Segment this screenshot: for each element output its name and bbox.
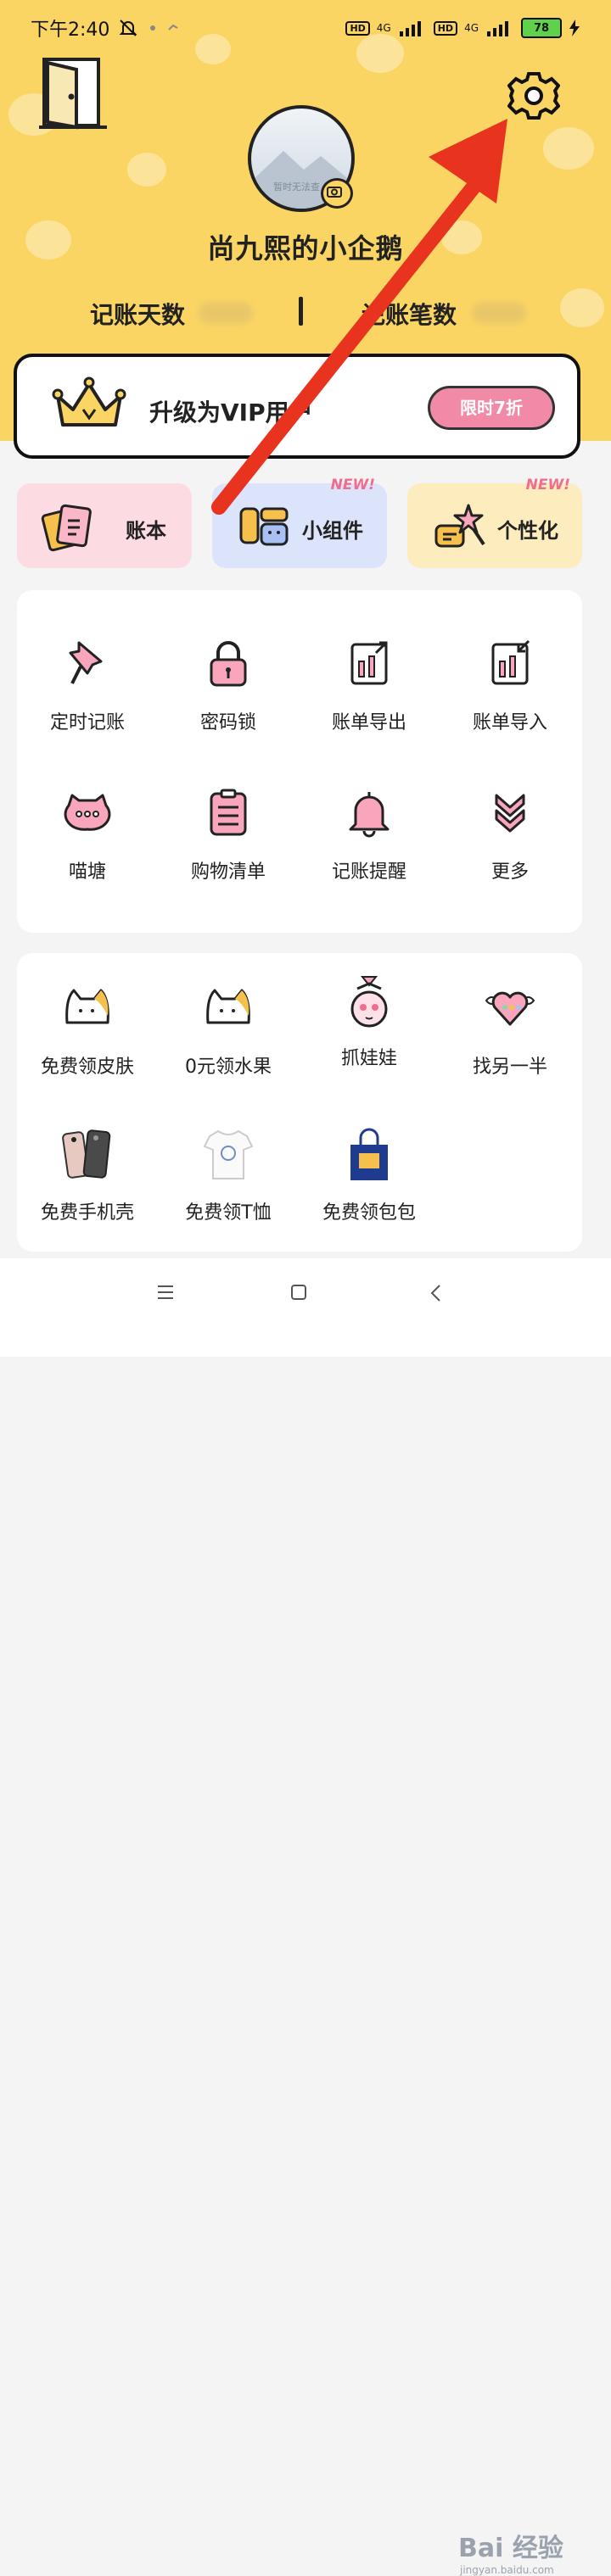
paw-decoration <box>127 153 166 187</box>
promo-free-bag[interactable]: 免费领包包 <box>299 1128 440 1238</box>
promo-panel: 免费领皮肤 0元领水果 抓娃娃 找另一半 免费手机壳 免费领T恤 免费领包包 <box>17 953 582 1252</box>
count-label: 记账笔数 <box>362 301 457 329</box>
network-type: 4G <box>376 22 391 34</box>
tool-export-bills[interactable]: 账单导出 <box>299 638 440 748</box>
chevron-double-down-icon <box>495 794 525 833</box>
promo-free-phone-case[interactable]: 免费手机壳 <box>17 1128 158 1238</box>
promo-claw-machine[interactable]: 抓娃娃 <box>299 973 440 1084</box>
status-time: 下午2:40 <box>31 20 110 41</box>
quick-cards: 账本 NEW! 小组件 NEW! 个性化 <box>17 477 584 568</box>
charging-icon <box>569 20 580 36</box>
ledger-book-icon <box>41 504 92 552</box>
signal-icon <box>399 21 421 36</box>
tool-label: 账单导入 <box>472 712 547 733</box>
network-type: 4G <box>464 22 479 34</box>
promo-free-fruit[interactable]: 0元领水果 <box>158 982 299 1092</box>
stats-divider <box>299 297 303 326</box>
username: 尚九熙的小企鹅 <box>207 232 404 265</box>
export-icon <box>350 641 388 685</box>
exit-door-icon[interactable] <box>39 56 107 131</box>
tool-label: 密码锁 <box>199 712 256 733</box>
status-bar: 下午2:40 HD 4G HD 4G 78 <box>31 14 580 42</box>
card-ledger[interactable]: 账本 <box>17 483 192 568</box>
import-icon <box>491 639 530 685</box>
app-notification-icon <box>150 25 156 31</box>
widget-blocks-icon <box>239 507 289 546</box>
mute-bell-icon <box>119 20 137 36</box>
bell-icon <box>349 792 390 838</box>
hd-badge: HD <box>433 20 458 36</box>
tool-label: 购物清单 <box>190 861 266 883</box>
winged-heart-icon <box>485 991 535 1026</box>
promo-label: 免费领T恤 <box>185 1202 272 1224</box>
lock-icon <box>210 641 247 687</box>
promo-label: 免费领皮肤 <box>40 1057 134 1078</box>
battery-level: 78 <box>521 18 562 38</box>
settings-gear-icon[interactable] <box>507 70 560 122</box>
hd-badge: HD <box>345 20 370 36</box>
account-stats: 记账天数 记账笔数 <box>0 297 611 331</box>
promo-label: 免费手机壳 <box>40 1202 134 1224</box>
card-personalize[interactable]: NEW! 个性化 <box>407 477 582 568</box>
vip-banner[interactable]: 升级为VIP用户 限时7折 <box>14 354 580 459</box>
paw-decoration <box>543 127 594 170</box>
tool-label: 记账提醒 <box>331 861 406 883</box>
tool-label: 更多 <box>490 861 529 883</box>
back-icon[interactable] <box>429 1284 443 1302</box>
tool-scheduled-entry[interactable]: 定时记账 <box>17 638 158 748</box>
chat-bubble-icon <box>64 794 111 831</box>
tool-shopping-list[interactable]: 购物清单 <box>158 787 299 897</box>
card-widgets[interactable]: NEW! 小组件 <box>212 477 387 568</box>
promo-label: 免费领包包 <box>322 1202 416 1224</box>
tool-label: 定时记账 <box>49 712 125 733</box>
days-value-blurred <box>199 302 253 324</box>
clipboard-icon <box>210 789 247 836</box>
pin-icon <box>69 641 103 684</box>
promo-find-partner[interactable]: 找另一半 <box>440 982 580 1092</box>
watermark-url: jingyan.baidu.com <box>460 2564 554 2576</box>
promo-free-tshirt[interactable]: 免费领T恤 <box>158 1128 299 1238</box>
crown-icon <box>52 376 126 427</box>
tool-import-bills[interactable]: 账单导入 <box>440 638 580 748</box>
new-badge: NEW! <box>525 477 570 493</box>
tool-label: 账单导出 <box>331 712 406 733</box>
new-badge: NEW! <box>330 477 375 493</box>
app-notification-icon <box>168 24 178 31</box>
vip-title: 升级为VIP用户 <box>149 399 313 427</box>
card-label: 个性化 <box>497 519 558 543</box>
vip-discount-button[interactable]: 限时7折 <box>428 386 555 430</box>
tote-bag-icon <box>350 1128 388 1180</box>
phone-case-icon <box>62 1129 111 1179</box>
cat-face-icon <box>65 989 109 1024</box>
system-navigation-bar: Bai 经验 jingyan.baidu.com <box>0 1258 611 2576</box>
tool-more[interactable]: 更多 <box>440 787 580 897</box>
camera-icon <box>327 187 342 198</box>
tool-label: 喵塘 <box>68 861 106 883</box>
card-label: 小组件 <box>302 519 363 543</box>
promo-label: 抓娃娃 <box>340 1048 397 1069</box>
tshirt-icon <box>203 1129 254 1179</box>
claw-toy-icon <box>350 976 388 1028</box>
tool-password-lock[interactable]: 密码锁 <box>158 638 299 748</box>
promo-free-skin[interactable]: 免费领皮肤 <box>17 982 158 1092</box>
promo-label: 0元领水果 <box>185 1057 272 1078</box>
camera-button[interactable] <box>321 178 353 209</box>
magic-wand-star-icon <box>434 504 485 548</box>
watermark-brand: Bai 经验 <box>458 2534 563 2563</box>
card-label: 账本 <box>126 519 166 543</box>
days-label: 记账天数 <box>90 301 186 329</box>
avatar-caption: 暂时无法查 <box>273 181 320 192</box>
cat-face-icon <box>206 989 250 1024</box>
count-value-blurred <box>472 302 526 324</box>
menu-icon[interactable] <box>156 1284 175 1301</box>
tool-meow-pond[interactable]: 喵塘 <box>17 787 158 897</box>
promo-label: 找另一半 <box>472 1057 547 1078</box>
signal-icon <box>487 21 508 36</box>
tools-panel: 定时记账 密码锁 账单导出 账单导入 喵塘 购物清单 记账提醒 更多 <box>17 590 582 933</box>
home-icon[interactable] <box>290 1284 307 1301</box>
tool-reminder[interactable]: 记账提醒 <box>299 787 440 897</box>
